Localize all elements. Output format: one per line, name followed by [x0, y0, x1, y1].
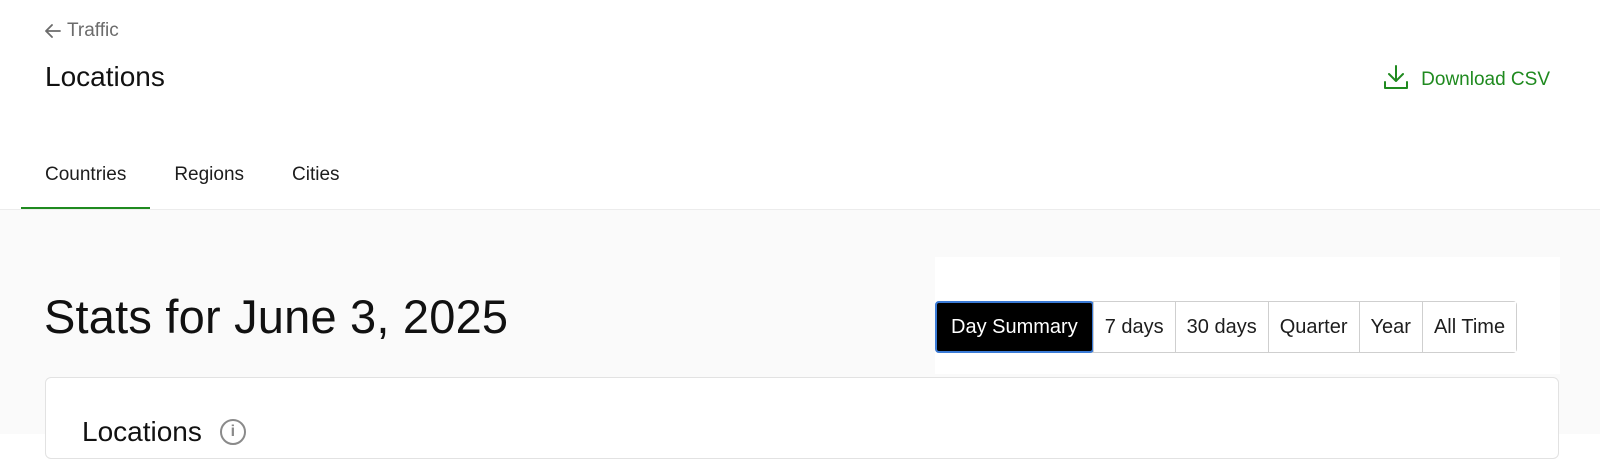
card-title: Locations i: [82, 416, 246, 448]
tab-cities[interactable]: Cities: [268, 148, 364, 209]
page-header: Traffic Locations Download CSV Countries…: [0, 0, 1600, 210]
range-quarter-button[interactable]: Quarter: [1267, 302, 1359, 352]
range-day-summary-button[interactable]: Day Summary: [935, 301, 1094, 353]
range-30-days-button[interactable]: 30 days: [1174, 302, 1268, 352]
card-title-label: Locations: [82, 416, 202, 447]
back-link-label: Traffic: [67, 20, 119, 41]
tab-regions[interactable]: Regions: [150, 148, 268, 209]
date-range-selector: Day Summary 7 days 30 days Quarter Year …: [935, 301, 1518, 353]
range-year-button[interactable]: Year: [1358, 302, 1422, 352]
info-icon[interactable]: i: [219, 419, 246, 445]
arrow-left-icon: [45, 24, 61, 38]
range-selector-container: Day Summary 7 days 30 days Quarter Year …: [935, 257, 1560, 374]
page-title: Locations: [45, 61, 165, 92]
main-content: Stats for June 3, 2025 Day Summary 7 day…: [0, 210, 1600, 459]
download-icon: [1383, 64, 1409, 96]
download-csv-button[interactable]: Download CSV: [1383, 64, 1550, 96]
back-link[interactable]: Traffic: [45, 20, 119, 42]
location-tabs: Countries Regions Cities: [21, 148, 364, 209]
range-7-days-button[interactable]: 7 days: [1092, 302, 1175, 352]
locations-card: Locations i: [45, 377, 1559, 459]
tab-countries[interactable]: Countries: [21, 148, 151, 209]
download-csv-label: Download CSV: [1421, 69, 1550, 90]
stats-title: Stats for June 3, 2025: [44, 290, 509, 343]
range-all-time-button[interactable]: All Time: [1421, 302, 1517, 352]
